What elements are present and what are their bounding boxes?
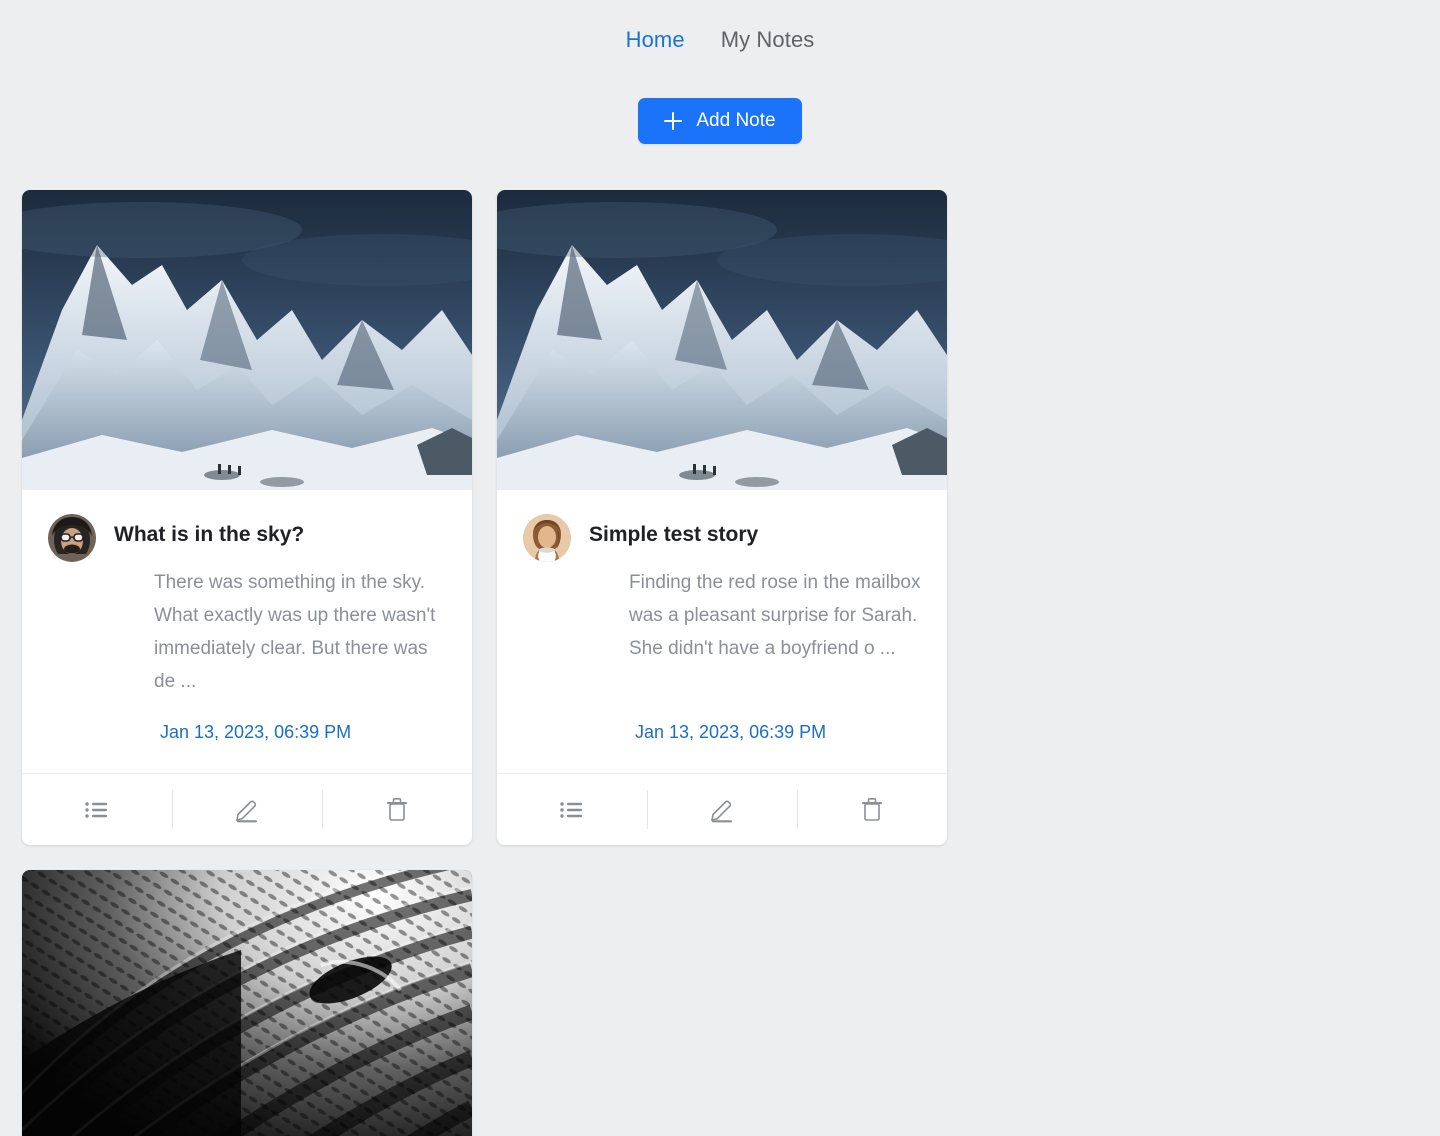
avatar-woman-with-cup xyxy=(523,514,571,562)
note-actions xyxy=(497,773,947,845)
pencil-icon xyxy=(710,800,732,822)
note-body: What is in the sky? There was something … xyxy=(22,490,472,773)
note-image-snowy-mountains xyxy=(22,190,472,490)
note-title: Simple test story xyxy=(589,523,759,546)
note-excerpt: Finding the red rose in the mailbox was … xyxy=(629,572,921,659)
note-date: Jan 13, 2023, 06:39 PM xyxy=(160,722,352,742)
note-image-abstract-spiral xyxy=(22,870,472,1136)
avatar-person-glasses-mustache xyxy=(48,514,96,562)
add-note-button[interactable]: Add Note xyxy=(638,98,802,144)
add-note-label: Add Note xyxy=(696,110,776,131)
delete-button[interactable] xyxy=(797,774,947,845)
pencil-icon xyxy=(235,800,257,822)
trash-icon xyxy=(387,797,407,821)
delete-button[interactable] xyxy=(322,774,472,845)
trash-icon xyxy=(862,797,882,821)
list-icon xyxy=(560,801,582,818)
plus-icon xyxy=(664,112,683,130)
details-button[interactable] xyxy=(497,774,647,845)
note-title: What is in the sky? xyxy=(114,523,305,546)
note-excerpt: There was something in the sky. What exa… xyxy=(154,572,436,692)
notes-grid: What is in the sky? There was something … xyxy=(0,190,1440,1136)
add-note-toolbar: Add Note xyxy=(0,98,1440,144)
nav-item-my-notes[interactable]: My Notes xyxy=(721,29,815,51)
note-date: Jan 13, 2023, 06:39 PM xyxy=(635,722,827,742)
note-card[interactable]: Simple test story Finding the red rose i… xyxy=(497,190,947,845)
note-header: What is in the sky? xyxy=(48,512,446,562)
note-card[interactable]: Sixth senses You know that tingly feelin… xyxy=(22,870,472,1136)
top-navigation: Home My Notes xyxy=(0,0,1440,80)
details-button[interactable] xyxy=(22,774,172,845)
note-image-snowy-mountains xyxy=(497,190,947,490)
note-card[interactable]: What is in the sky? There was something … xyxy=(22,190,472,845)
note-body: Simple test story Finding the red rose i… xyxy=(497,490,947,773)
edit-button[interactable] xyxy=(647,774,797,845)
note-header: Simple test story xyxy=(523,512,921,562)
nav-item-home[interactable]: Home xyxy=(626,29,685,51)
list-icon xyxy=(85,801,107,818)
edit-button[interactable] xyxy=(172,774,322,845)
note-actions xyxy=(22,773,472,845)
